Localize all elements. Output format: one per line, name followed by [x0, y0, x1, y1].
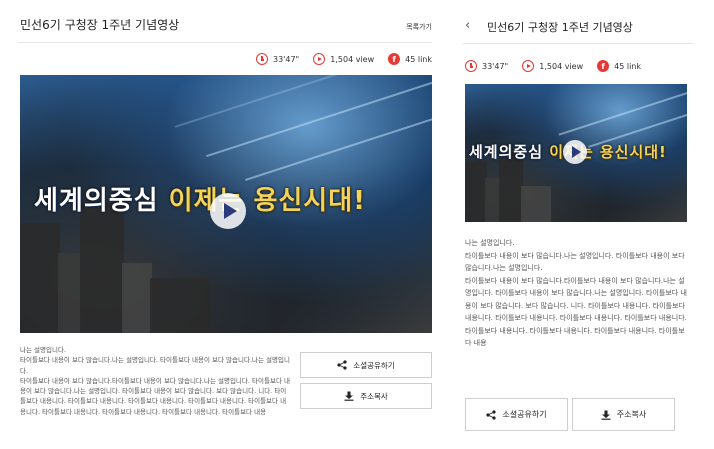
facebook-icon: f	[388, 53, 401, 65]
duration-stat: 33'47"	[465, 60, 508, 72]
share-button[interactable]: 소셜공유하기	[465, 398, 568, 431]
views-stat: 1,504 view	[522, 60, 583, 72]
duration-value: 33'47"	[482, 61, 509, 71]
video-title-part1: 세계의중심	[469, 143, 550, 161]
clock-icon	[256, 53, 268, 65]
duration-value: 33'47"	[273, 54, 300, 64]
views-value: 1,504 view	[330, 54, 375, 64]
share-button-label: 소셜공유하기	[502, 410, 547, 419]
back-arrow-icon[interactable]: ‹	[465, 18, 470, 33]
share-icon	[337, 360, 347, 370]
video-title-part1: 세계의중심	[34, 186, 169, 216]
description-line: 나는 설명입니다.	[465, 239, 515, 247]
description-line: 타이틀보다 내용이 보다 많습니다.타이틀보다 내용이 보다 많습니다.나는 설…	[20, 376, 290, 416]
page-title: 민선6기 구청장 1주년 기념영상	[487, 21, 633, 34]
play-button[interactable]	[563, 140, 587, 164]
share-icon	[486, 409, 497, 420]
clock-icon	[465, 60, 477, 72]
video-description: 나는 설명입니다. 타이틀보다 내용이 보다 많습니다.나는 설명입니다. 타이…	[465, 237, 687, 350]
play-button[interactable]	[210, 193, 246, 229]
download-icon	[344, 391, 354, 401]
divider	[18, 42, 432, 43]
description-line: 타이틀보다 내용이 보다 많습니다.타이틀보다 내용이 보다 많습니다.나는 설…	[465, 276, 687, 348]
play-icon	[522, 60, 535, 72]
desktop-view: 민선6기 구청장 1주년 기념영상 목록가기 33'47" 1,504 view…	[0, 0, 440, 449]
share-button-label: 소셜공유하기	[353, 360, 395, 370]
description-line: 타이틀보다 내용이 보다 많습니다.나는 설명입니다. 타이틀보다 내용이 보다…	[465, 251, 685, 273]
links-value: 45 link	[405, 54, 432, 64]
back-to-list-link[interactable]: 목록가기	[406, 22, 432, 32]
description-line: 나는 설명입니다.	[20, 346, 66, 354]
copy-address-button[interactable]: 주소복사	[300, 383, 432, 409]
facebook-icon: f	[597, 60, 610, 72]
video-title-part2: 이제는 용신시대!	[168, 186, 367, 216]
page-title: 민선6기 구청장 1주년 기념영상	[20, 18, 180, 32]
video-stats: 33'47" 1,504 view f 45 link	[465, 60, 641, 72]
copy-button-label: 주소복사	[360, 391, 388, 401]
views-value: 1,504 view	[539, 61, 584, 71]
duration-stat: 33'47"	[256, 53, 299, 65]
video-description: 나는 설명입니다. 타이틀보다 내용이 보다 많습니다.나는 설명입니다. 타이…	[20, 345, 290, 417]
share-button[interactable]: 소셜공유하기	[300, 352, 432, 378]
description-line: 타이틀보다 내용이 보다 많습니다.나는 설명입니다. 타이틀보다 내용이 보다…	[20, 356, 290, 375]
video-player[interactable]: 세계의중심 이제는 용신시대!	[465, 84, 687, 222]
download-icon	[601, 410, 611, 420]
links-value: 45 link	[614, 61, 641, 71]
copy-address-button[interactable]: 주소복사	[572, 398, 675, 431]
video-title-overlay: 세계의중심 이제는 용신시대!	[34, 180, 366, 217]
play-icon	[313, 53, 326, 65]
views-stat: 1,504 view	[313, 53, 374, 65]
mobile-view: ‹ 민선6기 구청장 1주년 기념영상 33'47" 1,504 view f …	[455, 0, 705, 449]
video-stats: 33'47" 1,504 view f 45 link	[256, 53, 432, 65]
video-player[interactable]: 세계의중심 이제는 용신시대!	[20, 75, 432, 333]
links-stat: f 45 link	[597, 60, 641, 72]
links-stat: f 45 link	[388, 53, 432, 65]
copy-button-label: 주소복사	[616, 410, 647, 419]
divider	[463, 43, 693, 44]
